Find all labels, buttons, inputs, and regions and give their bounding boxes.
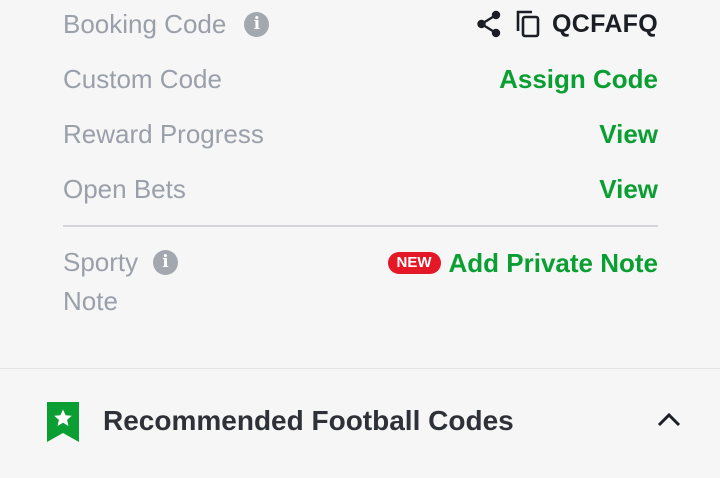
copy-icon[interactable] [515,9,541,39]
add-private-note-link[interactable]: Add Private Note [449,248,659,279]
booking-code-label: Booking Code [63,8,227,39]
assign-code-link[interactable]: Assign Code [499,64,658,95]
booking-code-row: Booking Code i QCFAFQ [63,4,658,44]
reward-progress-row: Reward Progress View [63,114,658,154]
info-icon[interactable]: i [244,11,270,37]
add-private-note-group[interactable]: NEW Add Private Note [387,243,659,283]
booking-info-panel: Booking Code i QCFAFQ Custom Code Assign… [0,0,720,368]
sporty-note-row: Sporty Note i NEW Add Private Note [63,243,658,323]
new-badge: NEW [387,252,441,274]
share-icon[interactable] [476,10,502,38]
reward-progress-view-link[interactable]: View [599,119,658,150]
sporty-note-info-icon[interactable]: i [153,250,178,275]
bookmark-star-icon [47,402,79,447]
sporty-note-label-line2: Note [63,286,118,316]
open-bets-label: Open Bets [63,173,186,204]
open-bets-view-link[interactable]: View [599,174,658,205]
custom-code-label: Custom Code [63,63,222,94]
chevron-up-icon[interactable] [656,410,682,435]
open-bets-row: Open Bets View [63,169,658,209]
booking-code-label-group: Booking Code i [63,8,270,40]
booking-code-value: QCFAFQ [552,9,658,38]
sporty-note-label-group: Sporty Note i [63,243,203,321]
custom-code-row: Custom Code Assign Code [63,59,658,99]
sporty-note-label-line1: Sporty [63,247,139,277]
booking-code-actions: QCFAFQ [476,9,658,39]
reward-progress-label: Reward Progress [63,118,264,149]
divider [63,225,658,227]
recommended-codes-header[interactable]: Recommended Football Codes [0,369,720,478]
recommended-codes-title: Recommended Football Codes [103,405,514,436]
